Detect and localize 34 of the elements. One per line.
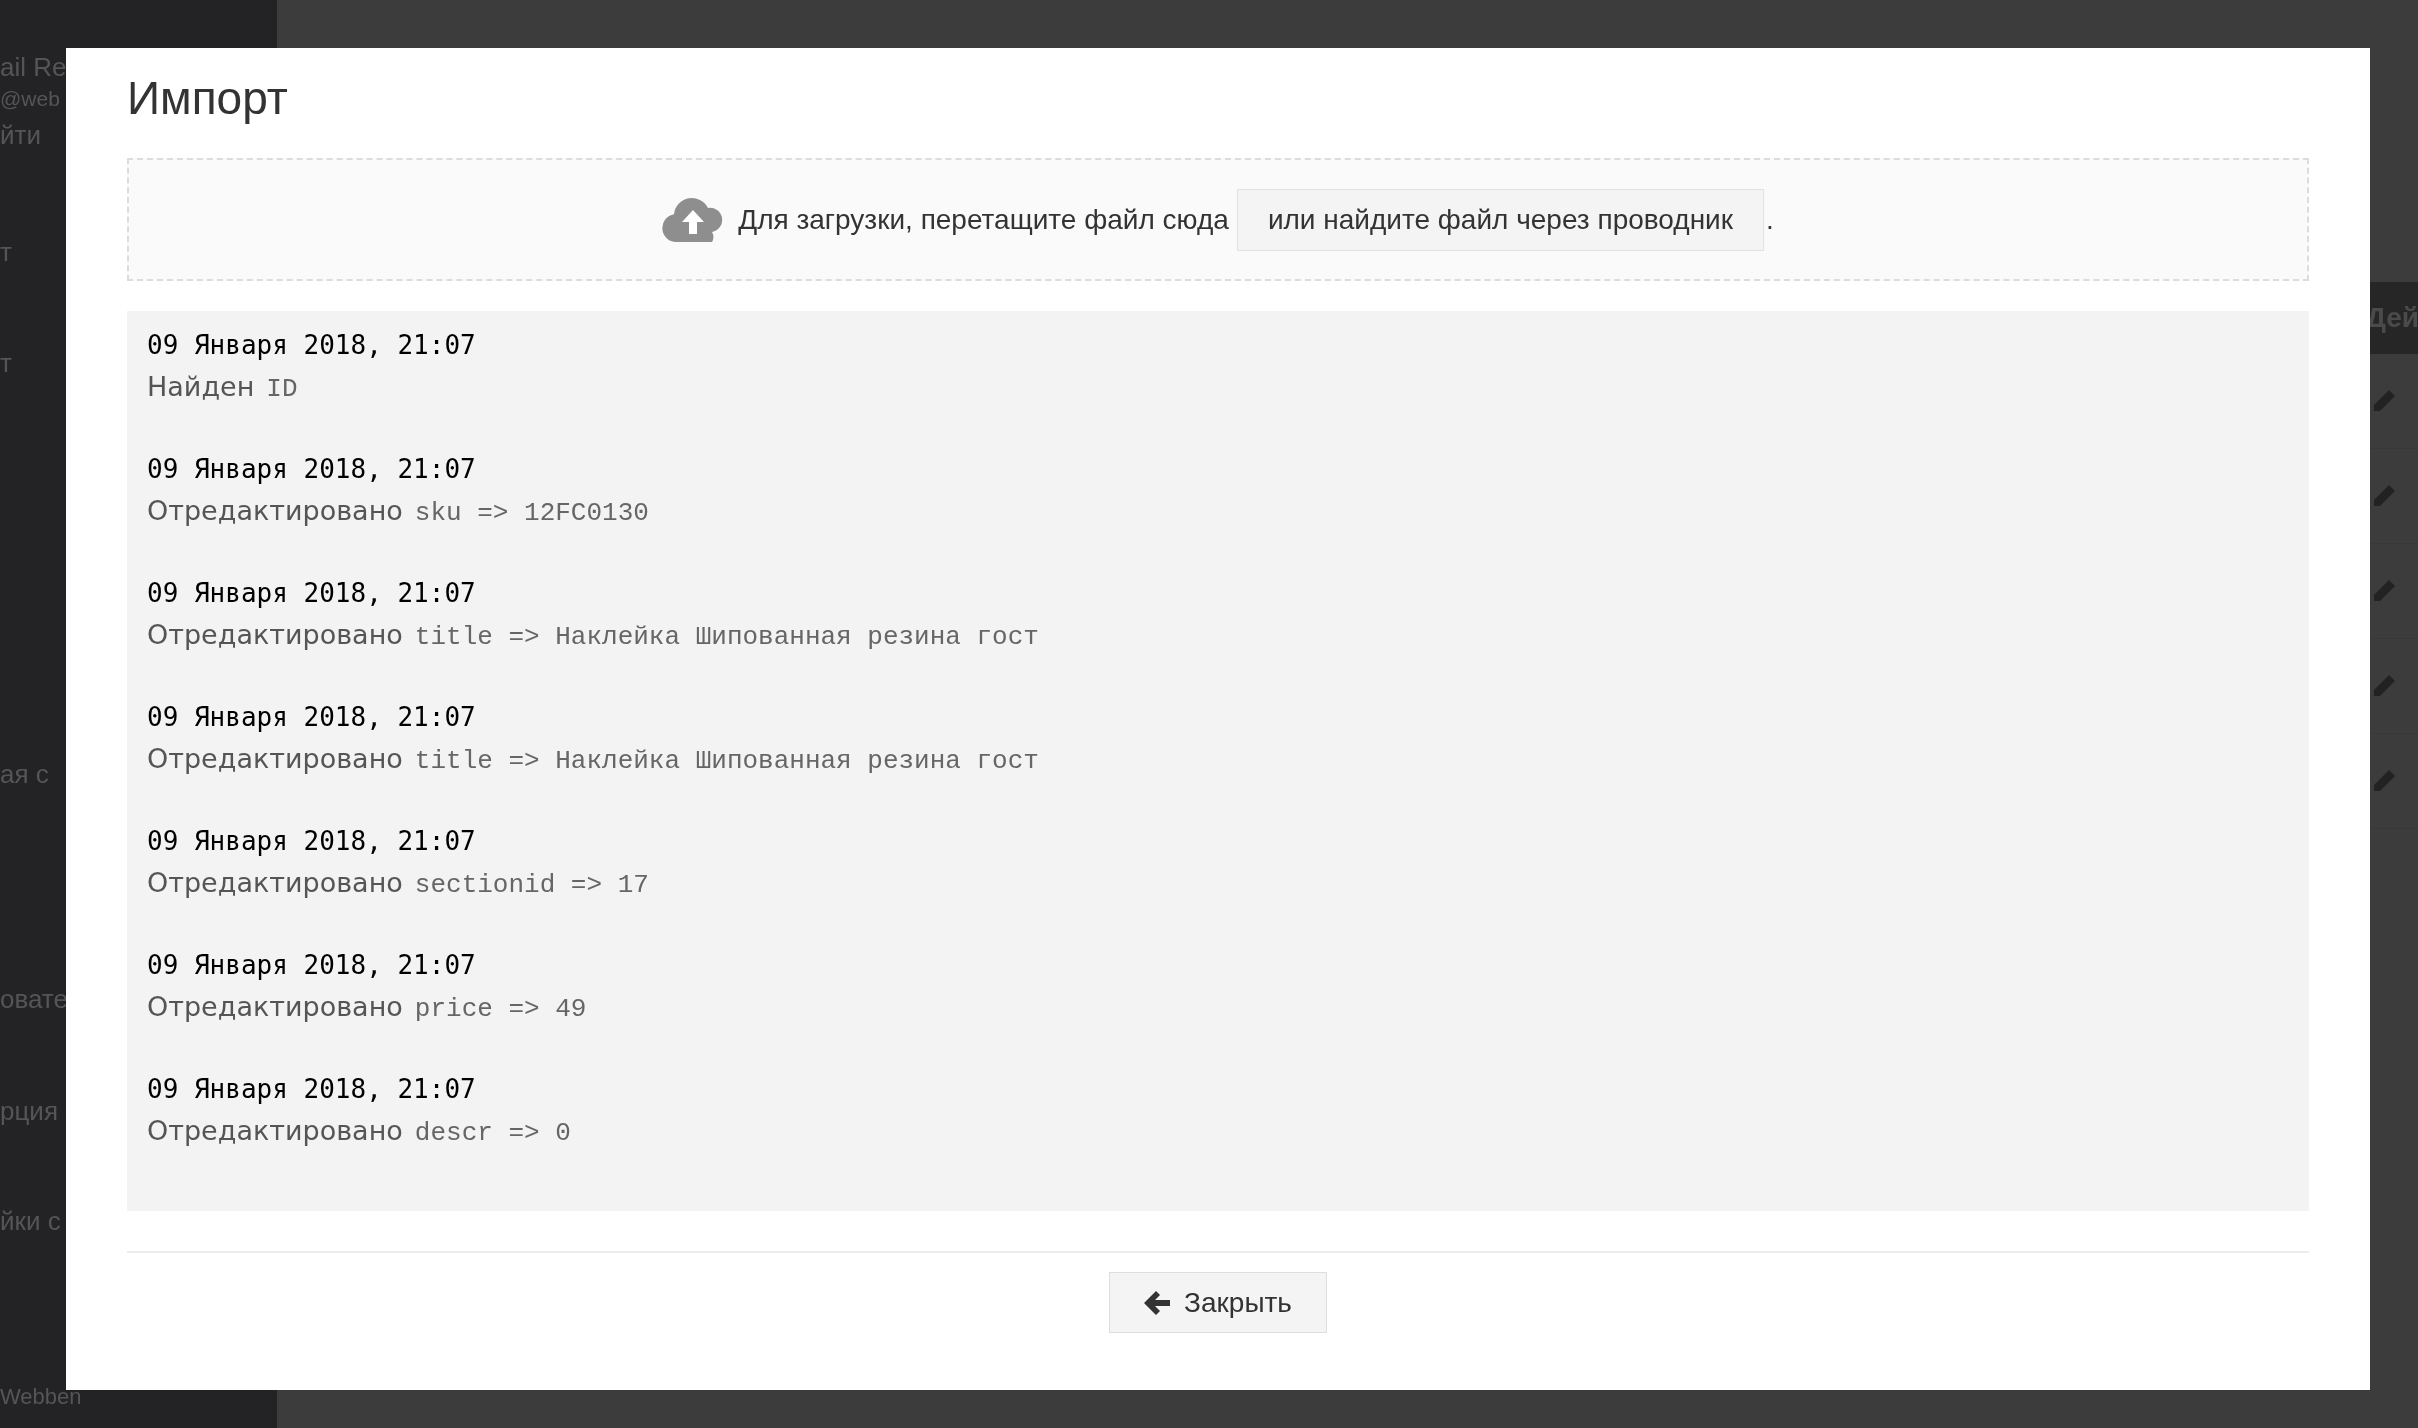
log-timestamp: 09 Января 2018, 21:07 bbox=[147, 577, 476, 610]
cloud-upload-icon bbox=[662, 197, 725, 242]
dropzone[interactable]: Для загрузки, перетащите файл сюда или найдите файл через проводник . bbox=[127, 158, 2309, 281]
log-timestamp: 09 Января 2018, 21:07 bbox=[147, 329, 476, 362]
log-timestamp: 09 Января 2018, 21:07 bbox=[147, 453, 476, 486]
log-value: sectionid => 17 bbox=[414, 869, 649, 902]
log-message: Отредактировано bbox=[147, 494, 403, 528]
log-value: title => Наклейка Шипованная резина гост bbox=[414, 621, 1039, 654]
log-timestamp: 09 Января 2018, 21:07 bbox=[147, 701, 476, 734]
log-value: title => Наклейка Шипованная резина гост bbox=[414, 745, 1039, 778]
log-message: Найден bbox=[147, 370, 255, 404]
close-button[interactable]: Закрыть bbox=[1109, 1272, 1327, 1333]
pencil-icon[interactable] bbox=[2373, 390, 2395, 412]
dropzone-period: . bbox=[1766, 202, 1774, 237]
log-timestamp: 09 Января 2018, 21:07 bbox=[147, 949, 476, 982]
log-message: Отредактировано bbox=[147, 742, 403, 776]
log-timestamp: 09 Января 2018, 21:07 bbox=[147, 825, 476, 858]
log-message: Отредактировано bbox=[147, 1114, 403, 1148]
log-message: Отредактировано bbox=[147, 990, 403, 1024]
log-value: ID bbox=[266, 373, 298, 406]
dropzone-text: Для загрузки, перетащите файл сюда bbox=[738, 202, 1229, 237]
dialog-title: Импорт bbox=[127, 71, 288, 126]
log-timestamp: 09 Января 2018, 21:07 bbox=[147, 1073, 476, 1106]
pencil-icon[interactable] bbox=[2373, 675, 2395, 697]
log-value: descr => 0 bbox=[414, 1117, 571, 1150]
log-message: Отредактировано bbox=[147, 618, 403, 652]
log-value: price => 49 bbox=[414, 993, 587, 1026]
arrow-left-icon bbox=[1144, 1290, 1171, 1315]
pencil-icon[interactable] bbox=[2373, 770, 2395, 792]
log-value: sku => 12FC0130 bbox=[414, 497, 649, 530]
browse-button[interactable]: или найдите файл через проводник bbox=[1236, 188, 1764, 251]
pencil-icon[interactable] bbox=[2373, 485, 2395, 507]
log-message: Отредактировано bbox=[147, 866, 403, 900]
pencil-icon[interactable] bbox=[2373, 580, 2395, 602]
